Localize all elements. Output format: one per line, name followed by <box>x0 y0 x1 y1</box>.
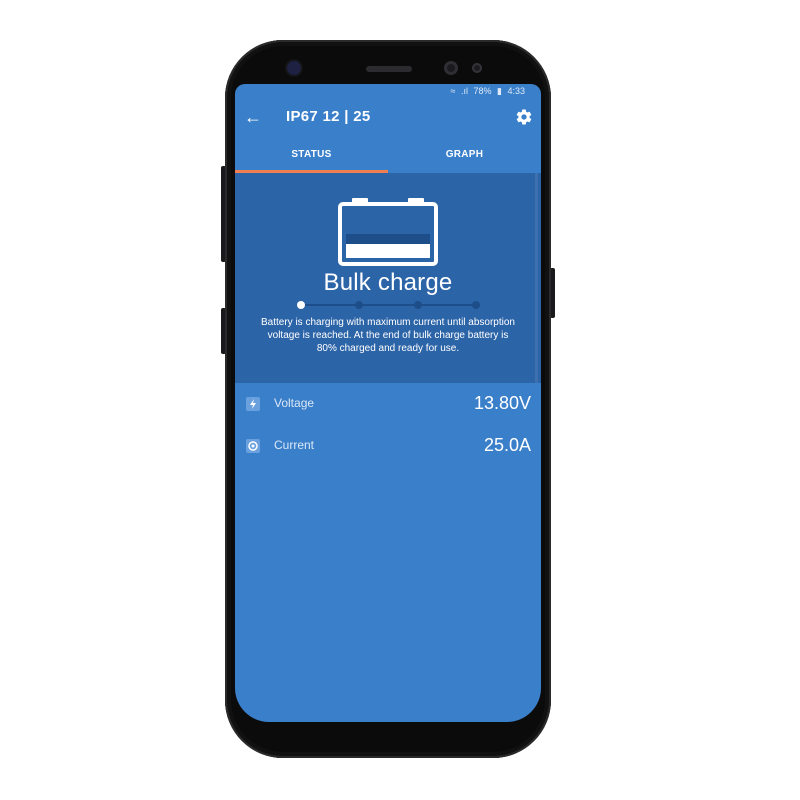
battery-status-icon: ▮ <box>497 86 502 96</box>
tab-bar: STATUS GRAPH <box>235 136 541 173</box>
front-camera-icon <box>444 61 458 75</box>
progress-track <box>297 304 479 306</box>
tab-graph[interactable]: GRAPH <box>388 136 541 173</box>
voltage-value: 13.80V <box>473 393 531 413</box>
current-label: Current <box>274 438 315 452</box>
earpiece-speaker <box>366 66 412 72</box>
gear-icon[interactable] <box>515 108 533 126</box>
voltage-row: Voltage 13.80V <box>235 384 541 424</box>
current-row: Current 25.0A <box>235 426 541 466</box>
wifi-icon: ≈ <box>450 86 456 96</box>
current-value: 25.0A <box>483 435 531 455</box>
charge-state-panel: Bulk charge Battery is charging with max… <box>235 173 541 383</box>
charge-state-description: Battery is charging with maximum current… <box>261 317 515 354</box>
charge-stage-progress <box>297 300 480 310</box>
page-title: IP67 12 | 25 <box>286 108 371 125</box>
app-bar: ← IP67 12 | 25 <box>235 98 541 136</box>
stage-dot-4 <box>472 301 480 309</box>
voltage-label: Voltage <box>274 396 315 410</box>
lightning-icon <box>246 397 260 411</box>
stage-dot-2 <box>355 301 363 309</box>
tab-status[interactable]: STATUS <box>235 136 388 173</box>
status-bar: ≈ .ıl 78% ▮ 4:33 <box>235 84 541 98</box>
scrollbar <box>535 173 538 383</box>
current-icon <box>246 439 260 453</box>
signal-icon: .ıl <box>460 86 468 96</box>
battery-icon <box>338 198 438 266</box>
iris-sensor-icon <box>472 63 482 73</box>
stage-dot-3 <box>414 301 422 309</box>
back-arrow-icon[interactable]: ← <box>243 107 263 127</box>
front-sensor-icon <box>287 61 301 75</box>
app-screen: ≈ .ıl 78% ▮ 4:33 ← IP67 12 | 25 STATUS G… <box>235 84 541 722</box>
clock: 4:33 <box>507 86 525 96</box>
charge-state-title: Bulk charge <box>323 269 453 296</box>
stage-dot-1 <box>297 301 305 309</box>
battery-percent: 78% <box>473 86 492 96</box>
